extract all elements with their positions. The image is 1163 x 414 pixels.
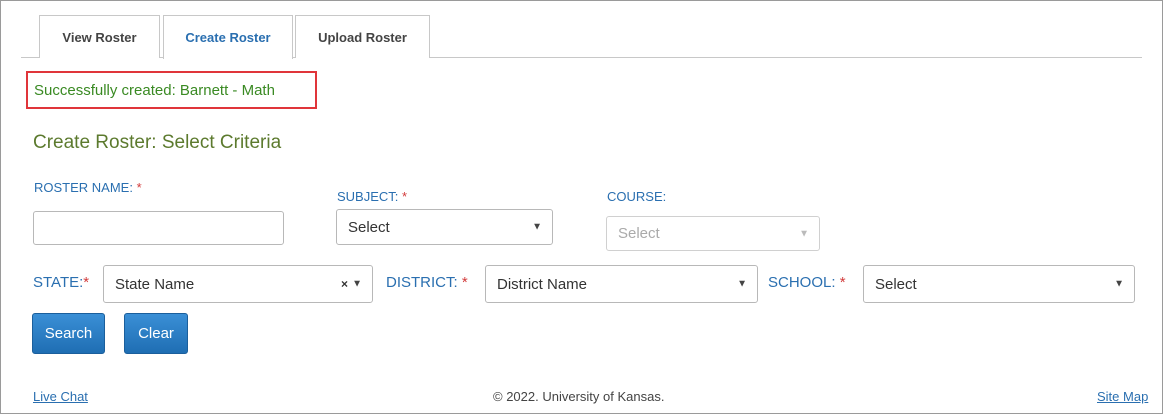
school-value: Select <box>875 275 917 293</box>
state-label: STATE:* <box>33 274 89 291</box>
label-text: STATE: <box>33 274 84 291</box>
dropdown-caret-icon: ▼ <box>532 221 542 233</box>
button-label: Search <box>44 325 93 342</box>
course-value: Select <box>618 225 660 242</box>
clear-button[interactable]: Clear <box>124 313 188 354</box>
subject-select[interactable]: Select ▼ <box>336 209 553 245</box>
state-select[interactable]: State Name × ▼ <box>103 265 373 303</box>
course-select[interactable]: Select ▼ <box>606 216 820 251</box>
dropdown-caret-icon: ▼ <box>799 228 809 239</box>
dropdown-caret-icon: ▼ <box>352 278 362 290</box>
label-text: COURSE: <box>607 189 667 204</box>
required-marker: * <box>136 180 142 195</box>
subject-label: SUBJECT: * <box>337 189 407 204</box>
live-chat-link[interactable]: Live Chat <box>33 389 88 404</box>
required-marker: * <box>83 274 90 291</box>
success-text: Successfully created: Barnett - Math <box>34 81 275 99</box>
required-marker: * <box>839 274 846 291</box>
label-text: SUBJECT: <box>337 189 399 204</box>
roster-name-label: ROSTER NAME: * <box>34 180 142 195</box>
tab-label: View Roster <box>62 29 137 45</box>
roster-name-input[interactable] <box>33 211 284 245</box>
tab-create-roster[interactable]: Create Roster <box>163 15 293 59</box>
school-label: SCHOOL: * <box>768 274 846 291</box>
tab-label: Upload Roster <box>318 29 407 45</box>
dropdown-caret-icon: ▼ <box>1114 278 1124 290</box>
success-message: Successfully created: Barnett - Math <box>26 71 317 109</box>
page-frame: View Roster Create Roster Upload Roster … <box>0 0 1163 414</box>
district-select[interactable]: District Name ▼ <box>485 265 758 303</box>
section-title: Create Roster: Select Criteria <box>33 132 282 153</box>
district-value: District Name <box>497 275 588 293</box>
clear-selection-icon[interactable]: × <box>341 277 348 291</box>
search-button[interactable]: Search <box>32 313 105 354</box>
copyright-text: © 2022. University of Kansas. <box>493 389 665 404</box>
tab-bar: View Roster Create Roster Upload Roster <box>21 15 1142 59</box>
label-text: SCHOOL: <box>768 274 836 291</box>
subject-value: Select <box>348 218 390 236</box>
course-label: COURSE: <box>607 189 666 204</box>
tab-label: Create Roster <box>185 30 271 45</box>
school-select[interactable]: Select ▼ <box>863 265 1135 303</box>
tab-upload-roster[interactable]: Upload Roster <box>295 15 430 58</box>
button-label: Clear <box>138 325 174 342</box>
district-label: DISTRICT: * <box>386 274 468 291</box>
label-text: ROSTER NAME: <box>34 180 133 195</box>
required-marker: * <box>402 189 408 204</box>
tab-view-roster[interactable]: View Roster <box>39 15 160 58</box>
state-value: State Name <box>115 275 195 293</box>
label-text: DISTRICT: <box>386 274 458 291</box>
site-map-link[interactable]: Site Map <box>1097 389 1148 404</box>
dropdown-caret-icon: ▼ <box>737 278 747 290</box>
required-marker: * <box>461 274 468 291</box>
